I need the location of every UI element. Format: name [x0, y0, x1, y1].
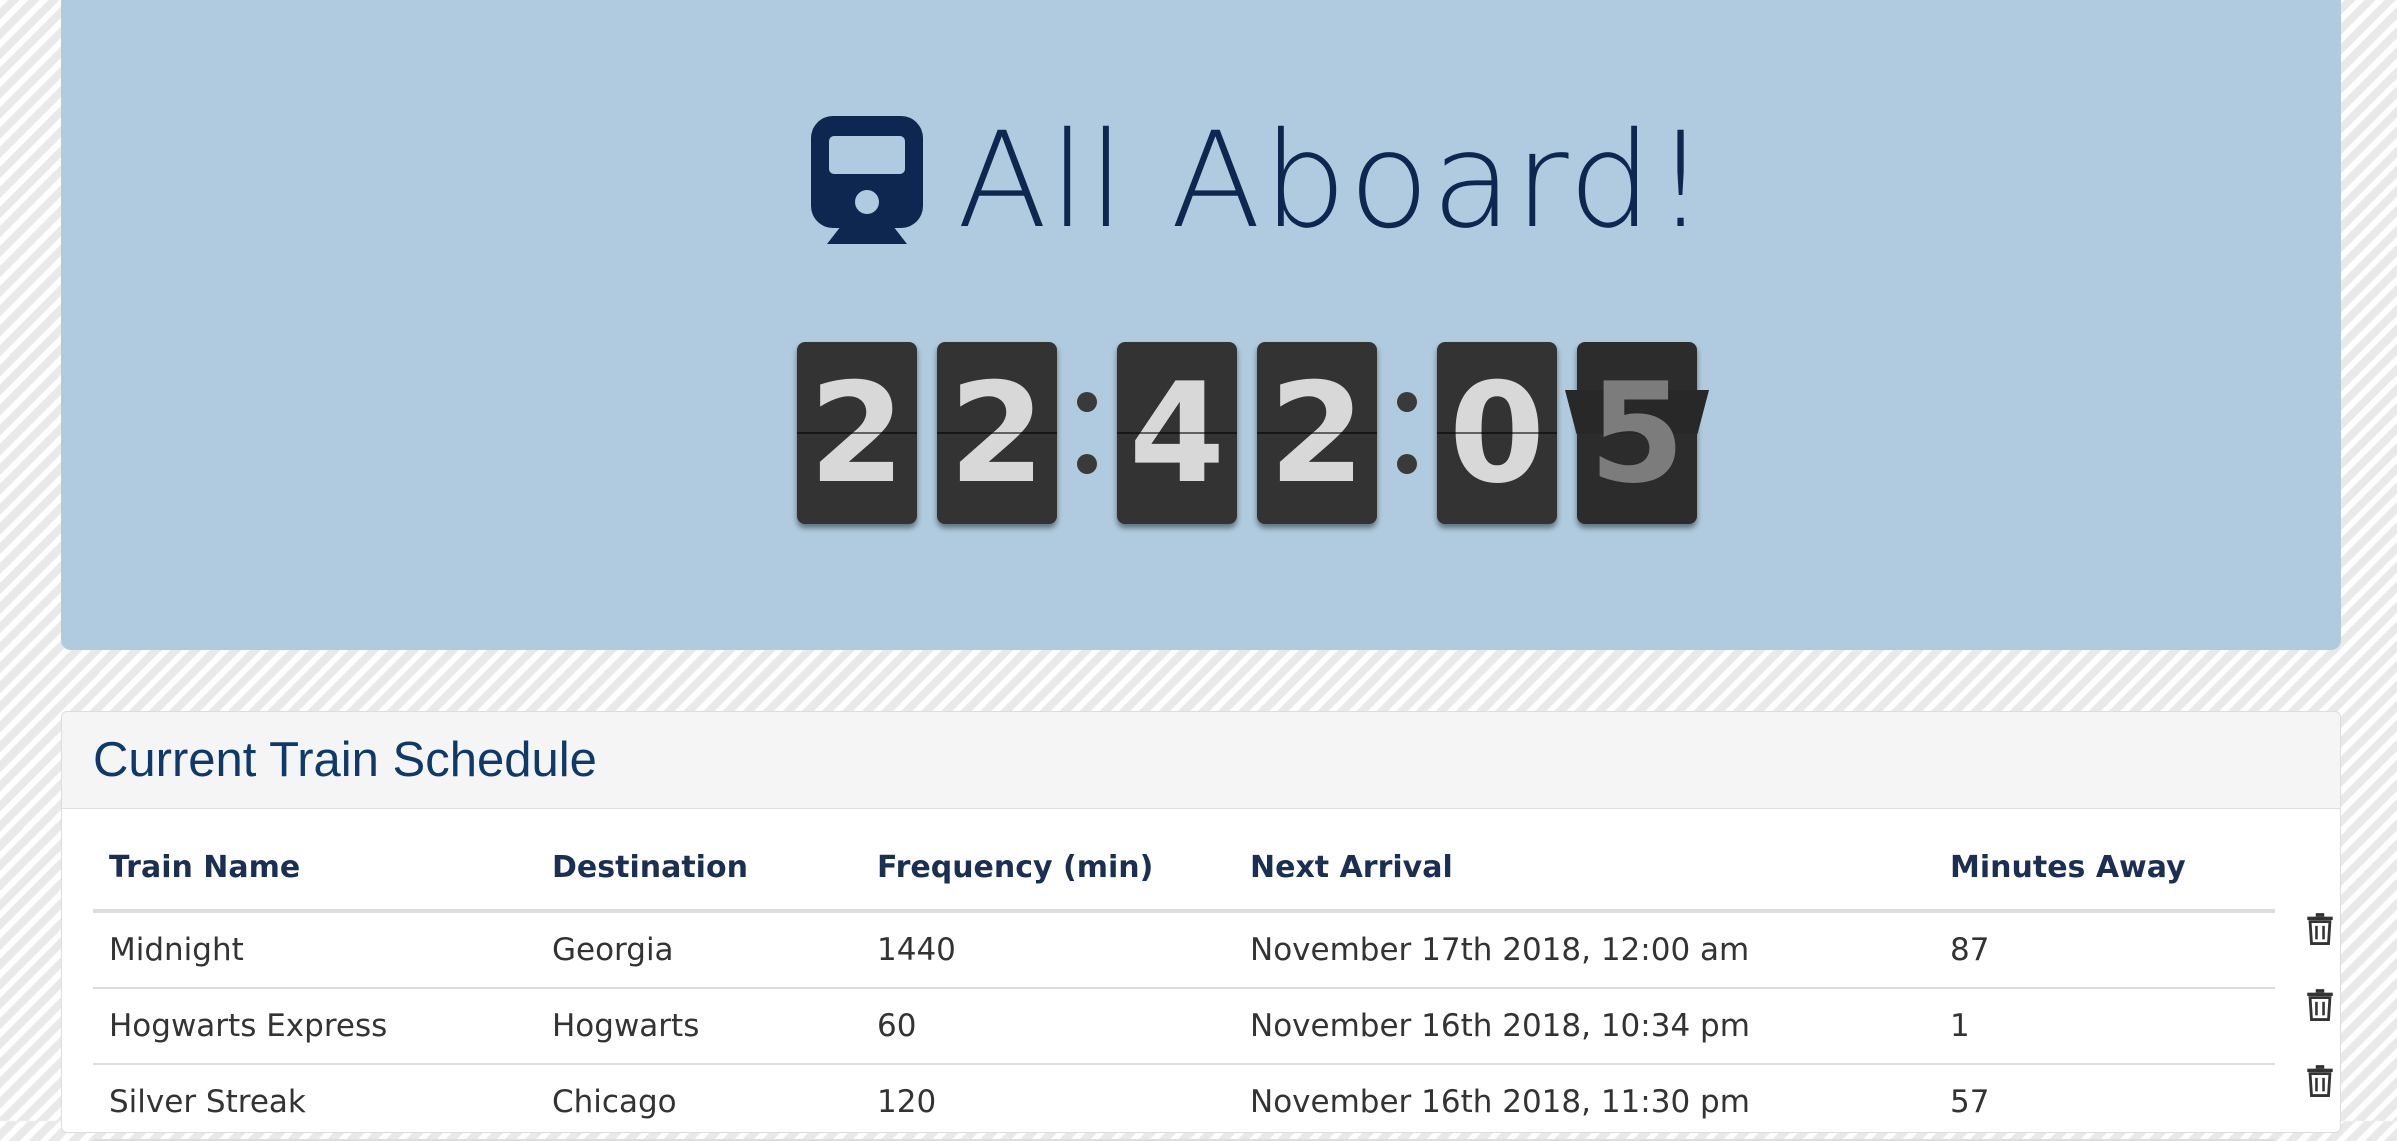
column-header: Minutes Away — [1950, 850, 2186, 885]
table-row: Silver Streak Chicago 120 November 16th … — [93, 1065, 2333, 1141]
panel-heading: Current Train Schedule — [62, 712, 2340, 809]
table-row: Midnight Georgia 1440 November 17th 2018… — [93, 913, 2333, 989]
clock-digit: 0 — [1437, 342, 1557, 524]
schedule-panel: Current Train Schedule Train Name Destin… — [61, 711, 2341, 1141]
frequency-cell: 120 — [877, 1084, 937, 1120]
destination-cell: Hogwarts — [552, 1008, 700, 1044]
trash-icon[interactable] — [2303, 987, 2337, 1021]
trash-icon[interactable] — [2303, 1063, 2337, 1097]
next-arrival-cell: November 16th 2018, 11:30 pm — [1250, 1084, 1750, 1120]
column-header: Train Name — [109, 850, 301, 885]
table-header-row: Train Name Destination Frequency (min) N… — [93, 826, 2275, 913]
table-row: Hogwarts Express Hogwarts 60 November 16… — [93, 989, 2333, 1065]
destination-cell: Georgia — [552, 932, 674, 968]
clock-separator — [1397, 342, 1417, 524]
clock-digit: 2 — [937, 342, 1057, 524]
next-arrival-cell: November 17th 2018, 12:00 am — [1250, 932, 1750, 968]
clock-digit: 2 — [1257, 342, 1377, 524]
destination-cell: Chicago — [552, 1084, 677, 1120]
schedule-table: Train Name Destination Frequency (min) N… — [93, 826, 2333, 1141]
flip-clock: 2 2 4 2 0 5 — [797, 342, 1717, 524]
clock-digit: 2 — [797, 342, 917, 524]
trash-icon[interactable] — [2303, 911, 2337, 945]
header-jumbotron: All Aboard! 2 2 4 2 0 5 — [61, 0, 2341, 650]
minutes-away-cell: 87 — [1950, 932, 1990, 968]
minutes-away-cell: 1 — [1950, 1008, 1970, 1044]
app-title: All Aboard! — [957, 104, 1709, 258]
clock-digit: 4 — [1117, 342, 1237, 524]
clock-digit-flipping: 5 — [1565, 342, 1709, 524]
next-arrival-cell: November 16th 2018, 10:34 pm — [1250, 1008, 1750, 1044]
clock-separator — [1077, 342, 1097, 524]
frequency-cell: 1440 — [877, 932, 956, 968]
train-name-cell: Midnight — [109, 932, 244, 968]
column-header: Destination — [552, 850, 748, 885]
train-icon — [811, 116, 923, 244]
panel-title: Current Train Schedule — [93, 733, 597, 787]
minutes-away-cell: 57 — [1950, 1084, 1990, 1120]
train-name-cell: Silver Streak — [109, 1084, 306, 1120]
column-header: Next Arrival — [1250, 850, 1453, 885]
column-header: Frequency (min) — [877, 850, 1154, 885]
logo: All Aboard! — [811, 115, 1709, 247]
train-name-cell: Hogwarts Express — [109, 1008, 388, 1044]
frequency-cell: 60 — [877, 1008, 917, 1044]
